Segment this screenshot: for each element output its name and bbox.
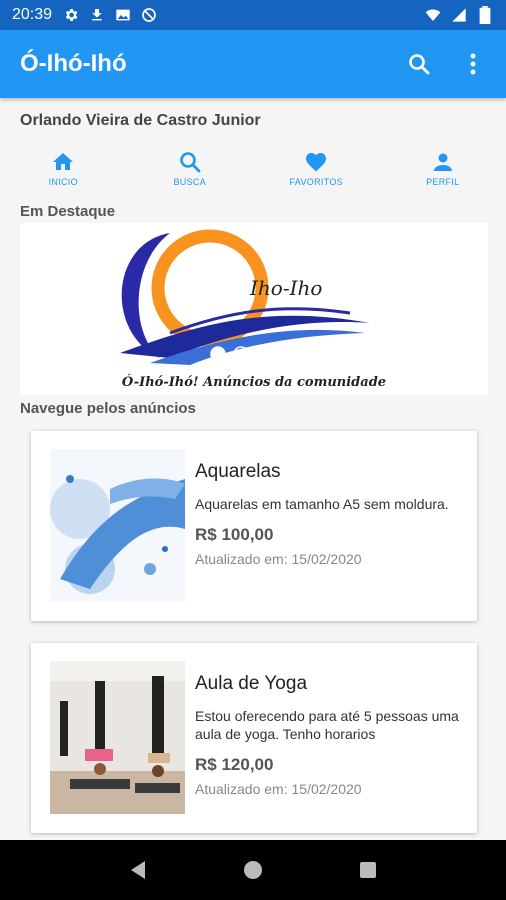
listing-card-aquarelas[interactable]: Aquarelas Aquarelas em tamanho A5 sem mo… bbox=[31, 431, 477, 621]
listing-description: Aquarelas em tamanho A5 sem moldura. bbox=[195, 496, 449, 512]
user-name: Orlando Vieira de Castro Junior bbox=[20, 112, 261, 129]
svg-text:Iho-Iho: Iho-Iho bbox=[249, 276, 322, 300]
app-bar: Ó-Ihó-Ihó bbox=[0, 30, 506, 98]
banner-caption: Ó-Ihó-Ihó! Anúncios da comunidade bbox=[122, 373, 386, 390]
system-nav-bar bbox=[0, 840, 506, 900]
more-vert-icon bbox=[470, 53, 476, 75]
listing-updated: Atualizado em: 15/02/2020 bbox=[195, 781, 362, 797]
listing-info: Aquarelas Aquarelas em tamanho A5 sem mo… bbox=[195, 461, 465, 567]
listing-card-aula-de-yoga[interactable]: Aula de Yoga Estou oferecendo para até 5… bbox=[31, 643, 477, 833]
tab-label: FAVORITOS bbox=[289, 177, 343, 187]
banner-logo-image: Iho-Iho Ó-Ihó-Ihó! Anúncios da comunidad… bbox=[120, 229, 386, 390]
app-title: Ó-Ihó-Ihó bbox=[20, 50, 127, 77]
tab-busca[interactable]: BUSCA bbox=[127, 144, 254, 192]
overflow-menu-button[interactable] bbox=[460, 51, 486, 77]
tab-inicio[interactable]: INICIO bbox=[0, 144, 127, 192]
signal-icon bbox=[450, 6, 468, 24]
listing-image-aquarelas bbox=[50, 449, 185, 602]
listing-price: R$ 120,00 bbox=[195, 755, 274, 774]
tab-perfil[interactable]: PERFIL bbox=[380, 144, 506, 192]
listing-info: Aula de Yoga Estou oferecendo para até 5… bbox=[195, 673, 465, 797]
listing-image-aula-de-yoga bbox=[50, 661, 185, 814]
search-button[interactable] bbox=[406, 51, 432, 77]
home-circle-icon bbox=[243, 861, 262, 879]
tab-label: INICIO bbox=[48, 177, 78, 187]
recents-button[interactable] bbox=[348, 850, 388, 890]
heart-icon bbox=[303, 149, 329, 175]
back-button[interactable] bbox=[118, 850, 158, 890]
home-button[interactable] bbox=[233, 850, 273, 890]
recents-icon bbox=[360, 862, 377, 878]
main-content[interactable]: Orlando Vieira de Castro Junior INICIO B… bbox=[0, 98, 506, 840]
tab-bar: INICIO BUSCA FAVORITOS PERFIL bbox=[0, 144, 506, 192]
listing-title: Aula de Yoga bbox=[195, 673, 308, 694]
home-icon bbox=[50, 149, 76, 175]
blocked-icon bbox=[140, 6, 158, 24]
tab-label: PERFIL bbox=[426, 177, 460, 187]
search-icon bbox=[177, 149, 203, 175]
featured-section-title: Em Destaque bbox=[20, 203, 116, 220]
status-time: 20:39 bbox=[12, 6, 53, 23]
listings-section-title: Navegue pelos anúncios bbox=[20, 400, 196, 417]
listing-title: Aquarelas bbox=[195, 461, 281, 482]
tab-favoritos[interactable]: FAVORITOS bbox=[253, 144, 380, 192]
listing-price: R$ 100,00 bbox=[195, 525, 274, 544]
gallery-icon bbox=[114, 6, 132, 24]
person-icon bbox=[430, 149, 456, 175]
wifi-icon bbox=[424, 6, 442, 24]
tab-label: BUSCA bbox=[173, 177, 206, 187]
status-bar: 20:39 bbox=[0, 0, 506, 30]
back-icon bbox=[130, 861, 145, 879]
featured-banner[interactable]: Iho-Iho Ó-Ihó-Ihó! Anúncios da comunidad… bbox=[20, 223, 488, 395]
download-icon bbox=[88, 6, 106, 24]
listing-updated: Atualizado em: 15/02/2020 bbox=[195, 551, 362, 567]
battery-icon bbox=[476, 6, 494, 24]
carousel-indicators bbox=[210, 346, 295, 362]
settings-icon bbox=[62, 6, 80, 24]
listing-description: Estou oferecendo para até 5 pessoas uma … bbox=[195, 708, 459, 742]
search-icon bbox=[409, 54, 430, 75]
